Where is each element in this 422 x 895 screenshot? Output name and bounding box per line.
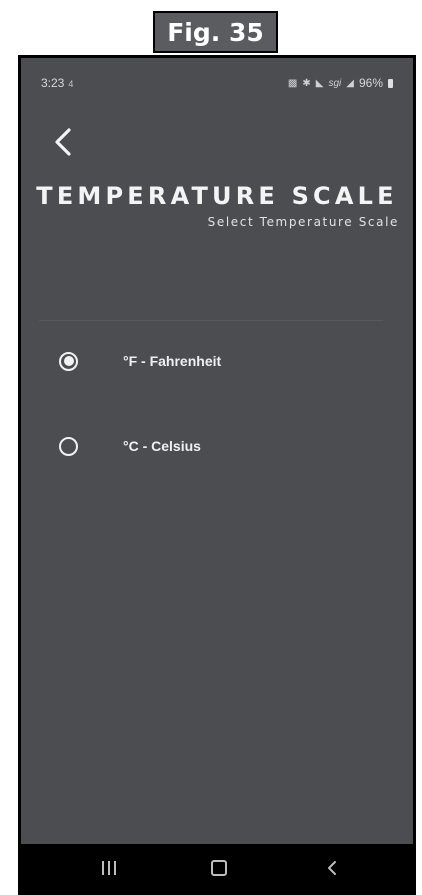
option-fahrenheit[interactable]: °F - Fahrenheit bbox=[59, 346, 221, 376]
back-icon[interactable] bbox=[317, 858, 347, 878]
sgi-icon: sgi bbox=[328, 77, 342, 89]
status-icons: ▩ ✱ ◣ sgi ◢ 96% bbox=[288, 76, 393, 90]
radio-unselected-icon[interactable] bbox=[59, 436, 78, 456]
radio-selected-icon[interactable] bbox=[59, 351, 78, 371]
option-label: °C - Celsius bbox=[123, 438, 201, 454]
status-time: 3:23 bbox=[41, 76, 65, 90]
radio-dot bbox=[63, 356, 74, 366]
option-celsius[interactable]: °C - Celsius bbox=[59, 431, 201, 461]
page-title: TEMPERATURE SCALE bbox=[36, 182, 398, 210]
signal-icon: ◣ bbox=[315, 77, 324, 89]
divider bbox=[39, 320, 383, 321]
battery-percent: 96% bbox=[358, 76, 383, 90]
home-icon[interactable] bbox=[204, 858, 234, 878]
recents-icon[interactable] bbox=[94, 858, 124, 878]
option-label: °F - Fahrenheit bbox=[123, 353, 222, 369]
figure-label: Fig. 35 bbox=[153, 11, 278, 53]
figure-label-text: Fig. 35 bbox=[167, 17, 264, 47]
bluetooth-icon: ✱ bbox=[302, 77, 311, 89]
status-time-group: 3:23 4 bbox=[41, 76, 73, 90]
page-subtitle: Select Temperature Scale bbox=[207, 215, 399, 229]
battery-icon bbox=[388, 78, 393, 88]
status-bar: 3:23 4 ▩ ✱ ◣ sgi ◢ 96% bbox=[21, 58, 413, 108]
navigation-bar bbox=[21, 844, 413, 892]
phone-screen: 3:23 4 ▩ ✱ ◣ sgi ◢ 96% TEMPERATURE SCALE … bbox=[18, 55, 416, 895]
vibrate-icon: ▩ bbox=[287, 77, 298, 89]
network-activity-icon: 4 bbox=[68, 79, 74, 89]
chevron-left-icon[interactable] bbox=[47, 125, 81, 159]
cellular-icon: ◢ bbox=[346, 77, 354, 89]
